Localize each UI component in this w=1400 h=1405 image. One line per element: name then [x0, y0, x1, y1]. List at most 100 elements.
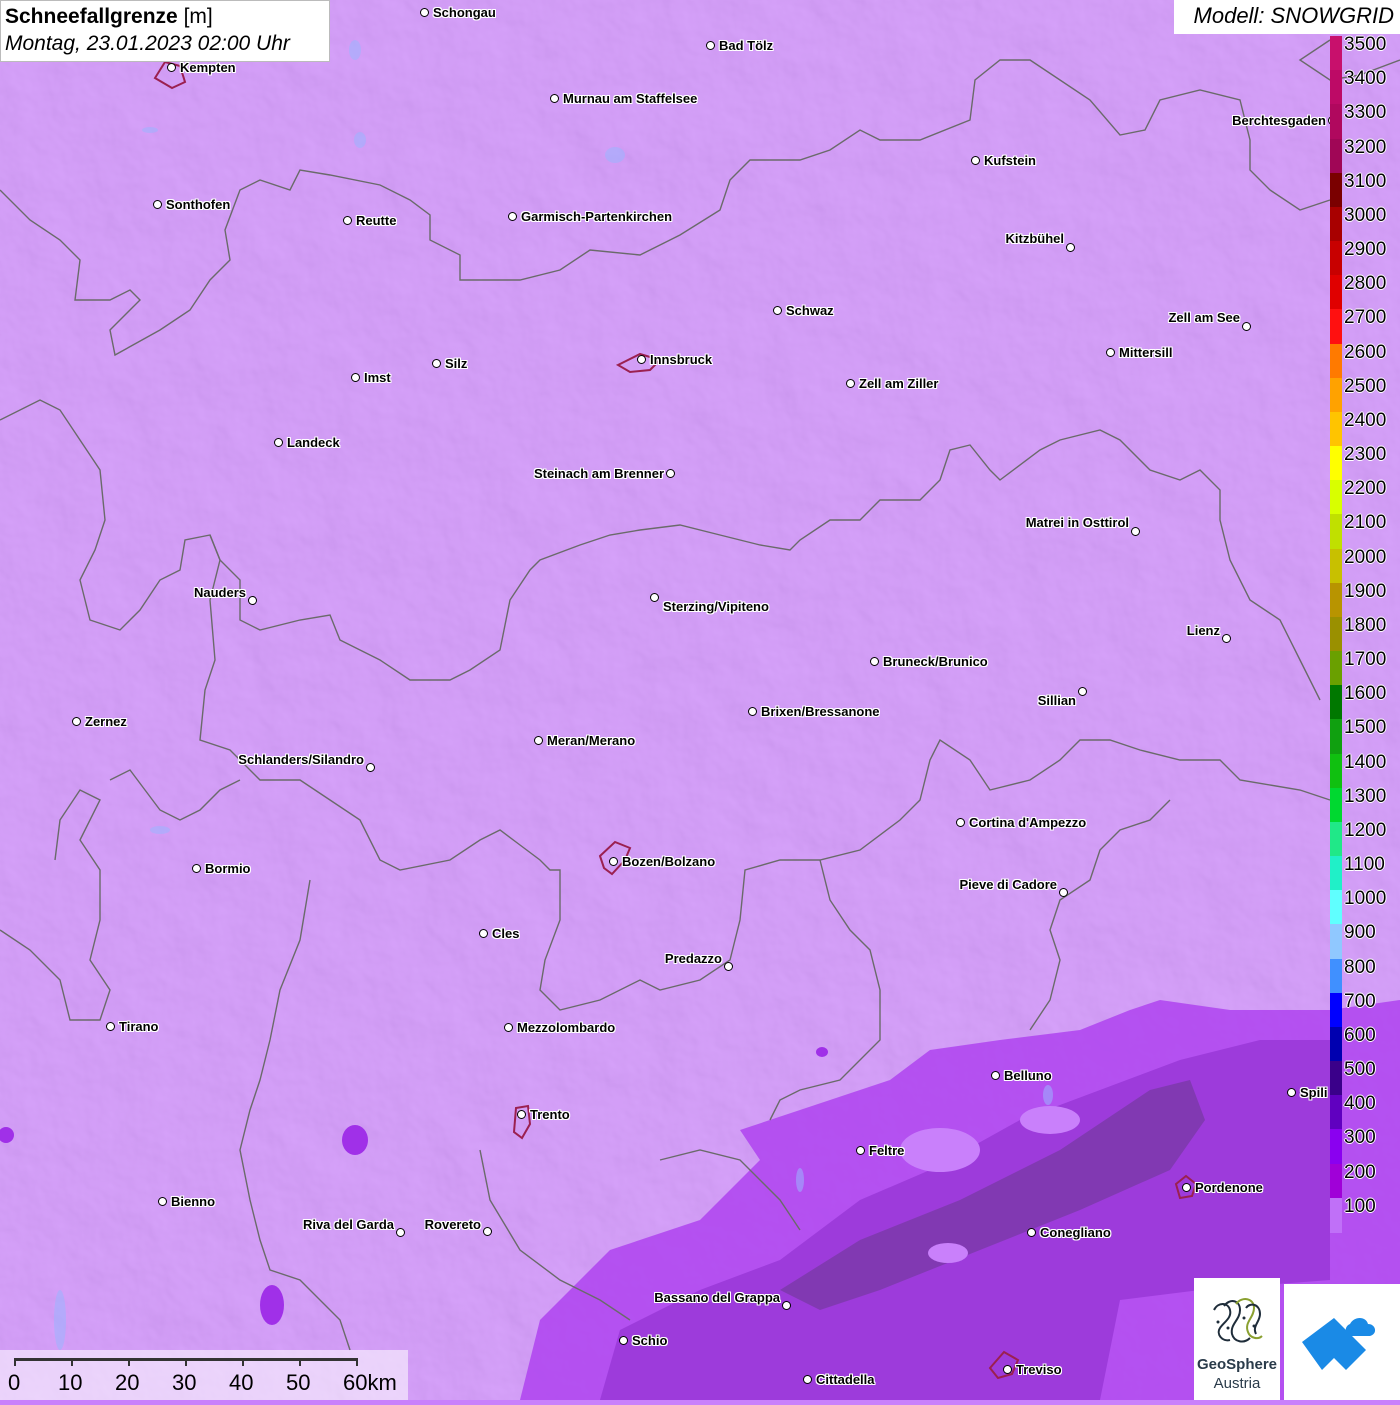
city-marker-nauders[interactable] [248, 596, 257, 605]
scale-bar-tick [128, 1358, 130, 1366]
legend-label: 1900 [1344, 580, 1387, 602]
city-marker-bruneck-brunico[interactable] [870, 657, 879, 666]
city-marker-schongau[interactable] [420, 8, 429, 17]
geosphere-emblem-icon [1213, 1298, 1263, 1343]
legend-label: 100 [1344, 1195, 1376, 1217]
city-marker-sterzing-vipiteno[interactable] [650, 593, 659, 602]
city-label-bormio: Bormio [205, 861, 251, 876]
city-marker-schio[interactable] [619, 1336, 628, 1345]
legend-label: 800 [1344, 956, 1376, 978]
scale-bar-tick [185, 1358, 187, 1366]
legend-swatch [1330, 616, 1342, 652]
city-label-meran-merano: Meran/Merano [547, 733, 636, 748]
city-marker-lienz[interactable] [1222, 634, 1231, 643]
city-marker-innsbruck[interactable] [637, 355, 646, 364]
city-label-trento: Trento [530, 1107, 570, 1122]
city-marker-steinach-am-brenner[interactable] [666, 469, 675, 478]
city-marker-brixen-bressanone[interactable] [748, 707, 757, 716]
city-label-bad-tolz: Bad Tölz [719, 38, 774, 53]
city-marker-bassano-del-grappa[interactable] [782, 1301, 791, 1310]
city-marker-bienno[interactable] [158, 1197, 167, 1206]
scale-bar-tick [71, 1358, 73, 1366]
city-marker-mezzolombardo[interactable] [504, 1023, 513, 1032]
legend-swatch [1330, 924, 1342, 960]
city-marker-treviso[interactable] [1003, 1365, 1012, 1374]
city-marker-landeck[interactable] [274, 438, 283, 447]
city-marker-feltre[interactable] [856, 1146, 865, 1155]
city-marker-silz[interactable] [432, 359, 441, 368]
city-marker-mittersill[interactable] [1106, 348, 1115, 357]
legend-label: 3000 [1344, 204, 1387, 226]
city-marker-pieve-di-cadore[interactable] [1059, 888, 1068, 897]
city-marker-predazzo[interactable] [724, 962, 733, 971]
city-label-conegliano: Conegliano [1040, 1225, 1111, 1240]
city-marker-schlanders-silandro[interactable] [366, 763, 375, 772]
legend-swatch [1330, 856, 1342, 891]
city-marker-garmisch-partenkirchen[interactable] [508, 212, 517, 221]
map-title: Schneefallgrenze [m] [5, 4, 325, 30]
snowline-hole [900, 1128, 980, 1172]
city-label-murnau-am-staffelsee: Murnau am Staffelsee [563, 91, 698, 106]
city-label-spili: Spili [1300, 1085, 1328, 1100]
legend-swatch [1330, 480, 1342, 515]
legend-label: 1000 [1344, 888, 1387, 910]
city-marker-trento[interactable] [517, 1110, 526, 1119]
city-marker-kitzbuhel[interactable] [1066, 243, 1075, 252]
city-marker-zell-am-ziller[interactable] [846, 379, 855, 388]
legend-swatch [1330, 890, 1342, 926]
city-marker-riva-del-garda[interactable] [396, 1228, 405, 1237]
legend-label: 2700 [1344, 307, 1387, 329]
legend-label: 1500 [1344, 717, 1387, 739]
city-marker-imst[interactable] [351, 373, 360, 382]
city-marker-kempten[interactable] [167, 63, 176, 72]
legend-label: 900 [1344, 922, 1376, 944]
city-marker-murnau-am-staffelsee[interactable] [550, 94, 559, 103]
legend-label: 2600 [1344, 341, 1387, 363]
legend-label: 1700 [1344, 649, 1387, 671]
city-marker-cles[interactable] [479, 929, 488, 938]
scale-bar-label: 50 [286, 1370, 311, 1395]
scale-bar: 0 10 20 30 40 50 60km [0, 1350, 408, 1400]
city-marker-cortina-d-ampezzo[interactable] [956, 818, 965, 827]
legend-swatch [1330, 582, 1342, 618]
legend-swatch [1330, 821, 1342, 857]
city-label-rovereto: Rovereto [424, 1217, 481, 1232]
city-marker-zernez[interactable] [72, 717, 81, 726]
legend-swatch [1330, 104, 1342, 140]
legend-label: 3100 [1344, 170, 1387, 192]
scale-bar-label: 10 [58, 1370, 83, 1395]
city-marker-sillian[interactable] [1078, 687, 1087, 696]
city-label-riva-del-garda: Riva del Garda [302, 1217, 394, 1232]
city-marker-rovereto[interactable] [483, 1227, 492, 1236]
city-marker-tirano[interactable] [106, 1022, 115, 1031]
city-label-kitzbuhel: Kitzbühel [1005, 231, 1065, 246]
legend-swatch [1330, 1163, 1342, 1199]
city-marker-bormio[interactable] [192, 864, 201, 873]
city-marker-cittadella[interactable] [803, 1375, 812, 1384]
city-marker-conegliano[interactable] [1027, 1228, 1036, 1237]
city-marker-schwaz[interactable] [773, 306, 782, 315]
city-marker-meran-merano[interactable] [534, 736, 543, 745]
city-marker-bad-tolz[interactable] [706, 41, 715, 50]
city-marker-belluno[interactable] [991, 1071, 1000, 1080]
legend-swatch [1330, 70, 1342, 105]
city-label-feltre: Feltre [869, 1143, 905, 1158]
city-label-brixen-bressanone: Brixen/Bressanone [761, 704, 880, 719]
city-marker-matrei-in-osttirol[interactable] [1131, 527, 1140, 536]
legend-swatch [1330, 753, 1342, 789]
geosphere-logo[interactable]: GeoSphere Austria [1194, 1278, 1280, 1400]
city-marker-zell-am-see[interactable] [1242, 322, 1251, 331]
city-marker-sonthofen[interactable] [153, 200, 162, 209]
partner-logo[interactable] [1284, 1284, 1400, 1400]
city-marker-kufstein[interactable] [971, 156, 980, 165]
scale-bar-label: 40 [229, 1370, 254, 1395]
legend-label: 1300 [1344, 785, 1387, 807]
snowline-hole [928, 1243, 968, 1263]
legend-label: 2500 [1344, 375, 1387, 397]
map-title-main: Schneefallgrenze [5, 5, 178, 28]
city-marker-reutte[interactable] [343, 216, 352, 225]
city-marker-bozen-bolzano[interactable] [609, 857, 618, 866]
city-marker-pordenone[interactable] [1182, 1183, 1191, 1192]
legend-swatch [1330, 377, 1342, 413]
city-marker-spili[interactable] [1287, 1088, 1296, 1097]
